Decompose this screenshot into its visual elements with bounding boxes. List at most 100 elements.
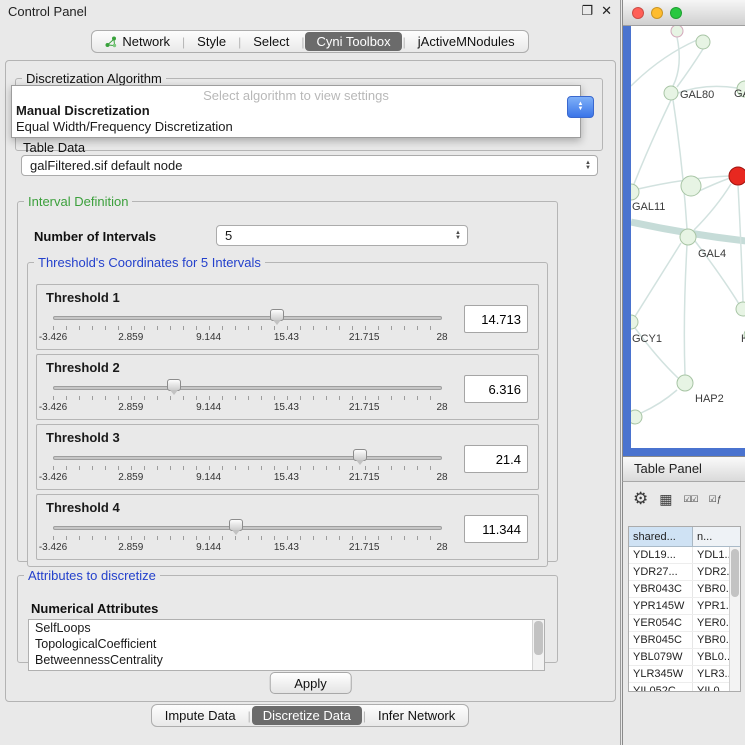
network-edge[interactable]	[697, 178, 730, 192]
select-columns-icon[interactable]: ☑☑	[683, 494, 697, 505]
threshold-panel: Threshold 2 -3.4262.8599.14415.4321.7152…	[36, 354, 539, 420]
attribute-item-selfloops[interactable]: SelfLoops	[29, 620, 544, 636]
threshold-value-input[interactable]	[464, 515, 528, 543]
tab-style[interactable]: Style	[186, 32, 237, 51]
network-edge[interactable]	[673, 100, 687, 229]
row-functions-icon[interactable]: ☑ƒ	[709, 494, 722, 505]
table-scrollbar[interactable]	[729, 547, 740, 691]
slider-track[interactable]	[53, 526, 442, 530]
slider-thumb[interactable]	[353, 449, 367, 461]
table-cell[interactable]: YBR045C	[629, 632, 693, 648]
table-row[interactable]: YDR27...YDR2...	[629, 564, 740, 581]
network-edge[interactable]	[673, 37, 679, 86]
slider-track[interactable]	[53, 316, 442, 320]
network-view-window: GAL80GAGAL11GAL4GCY1HHAP2	[622, 0, 745, 456]
table-cell[interactable]: YDL19...	[629, 547, 693, 563]
network-node[interactable]	[671, 26, 683, 37]
network-edge[interactable]	[634, 100, 671, 184]
threshold-value-input[interactable]	[464, 375, 528, 403]
slider-thumb[interactable]	[270, 309, 284, 321]
zoom-traffic-light[interactable]	[670, 7, 682, 19]
node-gal11[interactable]	[631, 184, 639, 200]
network-node[interactable]	[736, 302, 745, 316]
minimize-icon[interactable]: ❐	[581, 3, 593, 19]
combo-stepper-icon[interactable]: ▲ ▼	[449, 231, 467, 241]
network-edge[interactable]	[634, 243, 681, 318]
table-cell[interactable]: YLR345W	[629, 666, 693, 682]
node-hap2[interactable]	[677, 375, 693, 391]
attribute-item-topologicalcoefficient[interactable]: TopologicalCoefficient	[29, 636, 544, 652]
table-cell[interactable]: YPR145W	[629, 598, 693, 614]
minimize-traffic-light[interactable]	[651, 7, 663, 19]
combobox-value: galFiltered.sif default node	[22, 158, 579, 173]
table-cell[interactable]: YDR27...	[629, 564, 693, 580]
tab-cyni-toolbox[interactable]: Cyni Toolbox	[305, 32, 401, 51]
threshold-value-input[interactable]	[464, 445, 528, 473]
network-node[interactable]	[631, 410, 642, 424]
network-node[interactable]	[696, 35, 710, 49]
table-row[interactable]: YLR345WYLR3...	[629, 666, 740, 683]
network-canvas[interactable]: GAL80GAGAL11GAL4GCY1HHAP2	[631, 26, 745, 448]
combo-stepper-icon[interactable]: ▲ ▼	[579, 161, 597, 171]
attribute-item-betweennesscentrality[interactable]: BetweennessCentrality	[29, 652, 544, 668]
table-row[interactable]: YPR145WYPR1...	[629, 598, 740, 615]
scrollbar-thumb[interactable]	[731, 549, 739, 597]
table-row[interactable]: YBL079WYBL0...	[629, 649, 740, 666]
scale-label: 21.715	[349, 472, 380, 483]
table-row[interactable]: YBR045CYBR0...	[629, 632, 740, 649]
algorithm-combo-stepper[interactable]: ▲ ▼	[567, 96, 594, 118]
column-header-n[interactable]: n...	[693, 527, 740, 546]
number-of-intervals-combobox[interactable]: 5 ▲ ▼	[216, 225, 468, 246]
threshold-slider[interactable]: -3.4262.8599.14415.4321.71528	[53, 379, 442, 417]
table-cell[interactable]: YIL052C	[629, 683, 693, 692]
close-traffic-light[interactable]	[632, 7, 644, 19]
algorithm-option-manual-discretization[interactable]: Manual Discretization	[12, 102, 580, 118]
table-panel-title: Table Panel	[622, 456, 745, 482]
network-edge[interactable]	[641, 390, 677, 413]
table-row[interactable]: YBR043CYBR0...	[629, 581, 740, 598]
network-node[interactable]	[681, 176, 701, 196]
slider-scale: -3.4262.8599.14415.4321.71528	[53, 542, 442, 553]
tab-discretize-data[interactable]: Discretize Data	[252, 706, 362, 725]
slider-track[interactable]	[53, 456, 442, 460]
table-row[interactable]: YIL052CYIL0...	[629, 683, 740, 692]
node-gcy1[interactable]	[631, 315, 638, 329]
table-data-combobox[interactable]: galFiltered.sif default node ▲ ▼	[21, 155, 598, 176]
network-edge[interactable]	[631, 40, 697, 86]
tab-impute-data[interactable]: Impute Data	[154, 706, 247, 725]
table-cell[interactable]: YER054C	[629, 615, 693, 631]
algorithm-option-equal-width-frequency-discretization[interactable]: Equal Width/Frequency Discretization	[12, 118, 580, 134]
node-label: GCY1	[632, 333, 662, 345]
apply-button[interactable]: Apply	[269, 672, 352, 694]
list-scrollbar[interactable]	[532, 620, 544, 670]
slider-track[interactable]	[53, 386, 442, 390]
tab-network[interactable]: Network	[94, 32, 181, 51]
network-edge[interactable]	[677, 49, 703, 87]
gear-icon[interactable]: ⚙	[633, 489, 648, 509]
network-edge[interactable]	[684, 245, 687, 375]
node-gal80[interactable]	[664, 86, 678, 100]
tab-select[interactable]: Select	[242, 32, 300, 51]
close-icon[interactable]: ✕	[601, 3, 612, 19]
table-cell[interactable]: YBL079W	[629, 649, 693, 665]
tab-jactivemnodules[interactable]: jActiveMNodules	[407, 32, 526, 51]
table-row[interactable]: YDL19...YDL1...	[629, 547, 740, 564]
scale-label: 9.144	[196, 472, 221, 483]
threshold-slider[interactable]: -3.4262.8599.14415.4321.71528	[53, 449, 442, 487]
table-columns-icon[interactable]: ▦	[659, 491, 672, 508]
slider-thumb[interactable]	[167, 379, 181, 391]
column-header-shared[interactable]: shared...	[629, 527, 693, 546]
slider-thumb[interactable]	[229, 519, 243, 531]
numerical-attributes-list[interactable]: SelfLoopsTopologicalCoefficientBetweenne…	[28, 619, 545, 671]
scrollbar-thumb[interactable]	[534, 621, 543, 655]
tab-infer-network[interactable]: Infer Network	[367, 706, 466, 725]
node-gal4[interactable]	[680, 229, 696, 245]
threshold-value-input[interactable]	[464, 305, 528, 333]
network-node[interactable]	[729, 167, 745, 185]
threshold-slider[interactable]: -3.4262.8599.14415.4321.71528	[53, 309, 442, 347]
table-row[interactable]: YER054CYER0...	[629, 615, 740, 632]
threshold-slider[interactable]: -3.4262.8599.14415.4321.71528	[53, 519, 442, 557]
node-table: shared...n... YDL19...YDL1...YDR27...YDR…	[628, 526, 741, 692]
network-graph[interactable]: GAL80GAGAL11GAL4GCY1HHAP2	[631, 26, 745, 448]
table-cell[interactable]: YBR043C	[629, 581, 693, 597]
